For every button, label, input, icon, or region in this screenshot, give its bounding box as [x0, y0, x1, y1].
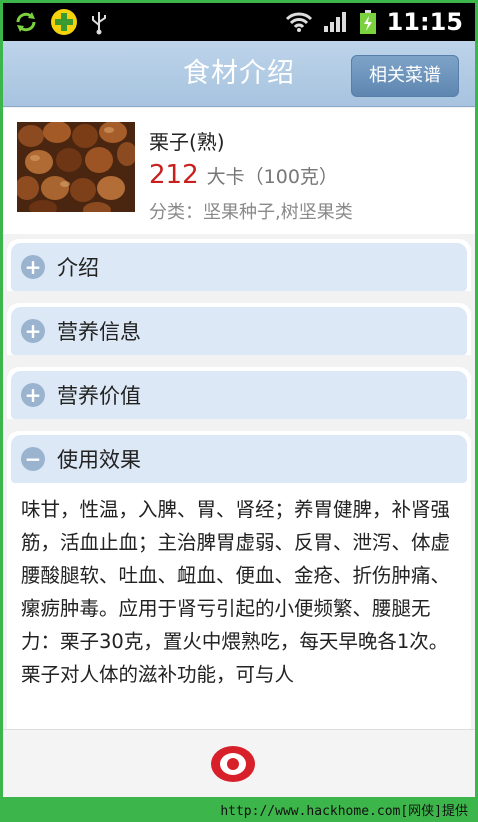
info-sections: + 介绍 + 营养信息 + 营养价值 − 使用效果 味甘，性温，入脾、胃、肾经；… [3, 239, 475, 729]
related-recipes-button[interactable]: 相关菜谱 [351, 55, 459, 97]
collapse-minus-icon: − [21, 447, 45, 471]
wifi-icon [285, 11, 313, 33]
section-header-nutrition-info[interactable]: + 营养信息 [11, 307, 467, 355]
target-icon[interactable] [209, 740, 257, 788]
signal-icon [323, 11, 349, 33]
food-category: 分类：坚果种子,树坚果类 [149, 202, 353, 223]
section-label: 营养价值 [57, 384, 141, 408]
section-label: 介绍 [57, 256, 99, 280]
watermark-text: http://www.hackhome.com[网侠]提供 [220, 804, 468, 819]
sync-icon [13, 9, 39, 35]
section-header-intro[interactable]: + 介绍 [11, 243, 467, 291]
expand-plus-icon: + [21, 255, 45, 279]
food-name: 栗子(熟) [149, 130, 225, 154]
chestnut-photo [17, 122, 135, 212]
expand-plus-icon: + [21, 319, 45, 343]
section-header-nutrition-value[interactable]: + 营养价值 [11, 371, 467, 419]
section-nutrition-value: + 营养价值 [7, 367, 471, 419]
status-time: 11:15 [386, 8, 463, 36]
section-header-effects[interactable]: − 使用效果 [11, 435, 467, 483]
section-intro: + 介绍 [7, 239, 471, 291]
status-bar: 11:15 [3, 3, 475, 41]
section-label: 使用效果 [57, 448, 141, 472]
footer-strip: http://www.hackhome.com[网侠]提供 [0, 797, 478, 822]
food-summary: 栗子(熟) 212 大卡（100克） 分类：坚果种子,树坚果类 [3, 108, 475, 234]
title-bar: 食材介绍 相关菜谱 [3, 41, 475, 107]
app-frame: 11:15 食材介绍 相关菜谱 栗子(熟) 212 大卡（100克） 分类：坚果… [3, 3, 475, 797]
calorie-line: 212 大卡（100克） [149, 160, 338, 190]
effects-text: 味甘，性温，入脾、胃、肾经；养胃健脾，补肾强筋，活血止血；主治脾胃虚弱、反胃、泄… [21, 498, 451, 686]
expand-plus-icon: + [21, 383, 45, 407]
section-label: 营养信息 [57, 320, 141, 344]
battery-charging-icon [359, 9, 377, 35]
calorie-unit: 大卡（100克） [206, 166, 338, 188]
usb-icon [89, 9, 109, 35]
bottom-bar [3, 729, 475, 797]
section-nutrition-info: + 营养信息 [7, 303, 471, 355]
calorie-value: 212 [149, 160, 199, 190]
plus-app-icon [49, 7, 79, 37]
section-effects: − 使用效果 味甘，性温，入脾、胃、肾经；养胃健脾，补肾强筋，活血止血；主治脾胃… [7, 431, 471, 729]
